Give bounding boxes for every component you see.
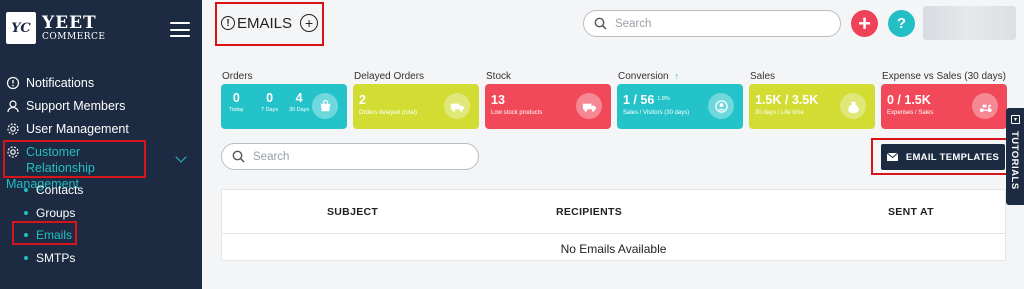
logo-mark: YC [6, 12, 36, 44]
orders-30days-label: 30 Days [289, 107, 310, 113]
tutorials-tab[interactable]: ▾ TUTORIALS [1006, 108, 1024, 205]
stat-card-sales[interactable]: 1.5K / 3.5K 30 days / Life time [749, 84, 875, 129]
sidebar: YC YEET COMMERCE Notifications Support M… [0, 0, 202, 289]
sales-sub: 30 days / Life time [755, 110, 804, 116]
global-search[interactable] [583, 10, 841, 37]
sidebar-item-support-members[interactable]: Support Members [6, 99, 125, 113]
stat-label-sales: Sales [750, 71, 776, 82]
column-header-recipients[interactable]: RECIPIENTS [556, 206, 622, 218]
delayed-orders-value: 2 [359, 93, 366, 107]
emails-search[interactable] [221, 143, 479, 170]
search-icon [594, 17, 607, 30]
help-button[interactable]: ? [888, 10, 915, 37]
orders-30days-value: 4 [295, 91, 303, 105]
info-icon[interactable]: ! [221, 16, 235, 30]
orders-7days-value: 0 [266, 91, 274, 105]
sidebar-item-label: Emails [36, 228, 73, 242]
support-icon [6, 99, 20, 113]
conversion-rate: 1.8% [657, 96, 670, 102]
conversion-label-text: Conversion [618, 71, 669, 82]
stock-sub: Low stock products [491, 110, 543, 116]
trend-up-icon: ↑ [674, 71, 680, 81]
conversion-icon [708, 93, 734, 119]
stat-card-conversion[interactable]: 1 / 56 1.8% Sales / Visitors (30 days) [617, 84, 743, 129]
expense-vs-sales-value: 0 / 1.5K [887, 93, 931, 107]
logo-text: YEET COMMERCE [42, 12, 106, 42]
scooter-icon [972, 93, 998, 119]
menu-toggle-icon[interactable] [170, 22, 190, 37]
stock-truck-icon [576, 93, 602, 119]
page-title-text: EMAILS [237, 14, 293, 32]
sidebar-item-emails[interactable]: Emails [24, 228, 72, 242]
sidebar-item-contacts[interactable]: Contacts [24, 183, 83, 197]
page-title: ! EMAILS + [221, 14, 319, 32]
sidebar-item-label: SMTPs [36, 251, 76, 265]
bullet-icon [24, 256, 28, 260]
tutorials-label: TUTORIALS [1009, 131, 1020, 190]
stat-label-stock: Stock [486, 71, 512, 82]
stat-label-delayed-orders: Delayed Orders [354, 71, 425, 82]
empty-state-message: No Emails Available [560, 242, 667, 256]
emails-search-input[interactable] [253, 150, 453, 163]
brand-logo[interactable]: YC YEET COMMERCE [6, 12, 106, 44]
caret-down-icon: ▾ [1011, 115, 1020, 124]
sidebar-item-groups[interactable]: Groups [24, 206, 75, 220]
expense-vs-sales-sub: Expenses / Sales [887, 110, 934, 116]
bullet-icon [24, 211, 28, 215]
bullet-icon [24, 188, 28, 192]
search-icon [232, 150, 245, 163]
conversion-value-text: 1 / 56 [623, 93, 655, 107]
emails-table: SUBJECT RECIPIENTS SENT AT No Emails Ava… [221, 189, 1006, 261]
add-email-icon[interactable]: + [300, 14, 319, 32]
orders-7days: 0 7 Days [261, 91, 278, 113]
orders-today-value: 0 [232, 91, 240, 105]
table-header: SUBJECT RECIPIENTS SENT AT [222, 190, 1005, 234]
conversion-value: 1 / 56 1.8% [623, 93, 670, 107]
orders-today-label: Today [229, 107, 244, 113]
sidebar-item-label: User Management [26, 122, 129, 136]
chevron-down-icon[interactable] [175, 151, 187, 163]
conversion-sub: Sales / Visitors (30 days) [623, 110, 690, 116]
orders-today: 0 Today [229, 91, 244, 113]
stat-label-orders: Orders [222, 71, 253, 82]
sidebar-item-user-management[interactable]: User Management [6, 122, 129, 136]
sidebar-item-label: Groups [36, 206, 76, 220]
brand-name: YEET [42, 12, 97, 33]
brand-subtitle: COMMERCE [42, 31, 106, 42]
email-templates-label: EMAIL TEMPLATES [905, 151, 1000, 163]
crm-icon [6, 145, 20, 159]
sidebar-item-smtps[interactable]: SMTPs [24, 251, 75, 265]
stat-card-orders[interactable]: 0 Today 0 7 Days 4 30 Days [221, 84, 347, 129]
stat-card-delayed-orders[interactable]: 2 Orders delayed (total) [353, 84, 479, 129]
gear-icon [6, 122, 20, 136]
email-templates-button[interactable]: EMAIL TEMPLATES [881, 144, 1005, 170]
bell-icon [6, 76, 20, 90]
orders-7days-label: 7 Days [261, 107, 279, 113]
delivery-truck-icon [444, 93, 470, 119]
crm-label-line1: Customer Relationship [26, 145, 95, 175]
sidebar-item-label: Contacts [36, 183, 84, 197]
stat-card-expense-vs-sales[interactable]: 0 / 1.5K Expenses / Sales [881, 84, 1007, 129]
orders-30days: 4 30 Days [289, 91, 309, 113]
bullet-icon [24, 233, 28, 237]
sidebar-item-notifications[interactable]: Notifications [6, 76, 94, 90]
sidebar-item-label: Notifications [26, 76, 95, 90]
orders-icon [312, 93, 338, 119]
sidebar-item-label: Support Members [26, 99, 126, 113]
envelope-icon [886, 153, 898, 161]
avatar[interactable] [923, 6, 1016, 40]
column-header-sent-at[interactable]: SENT AT [888, 206, 934, 218]
column-header-subject[interactable]: SUBJECT [327, 206, 378, 218]
global-search-input[interactable] [615, 17, 815, 30]
delayed-orders-sub: Orders delayed (total) [359, 110, 418, 116]
stat-label-conversion: Conversion ↑ [618, 71, 679, 82]
stat-label-expense-vs-sales: Expense vs Sales (30 days) [882, 71, 1006, 82]
stock-value: 13 [491, 93, 505, 107]
money-bag-icon [840, 93, 866, 119]
sales-value: 1.5K / 3.5K [755, 93, 819, 107]
stat-card-stock[interactable]: 13 Low stock products [485, 84, 611, 129]
quick-add-button[interactable]: + [851, 10, 878, 37]
